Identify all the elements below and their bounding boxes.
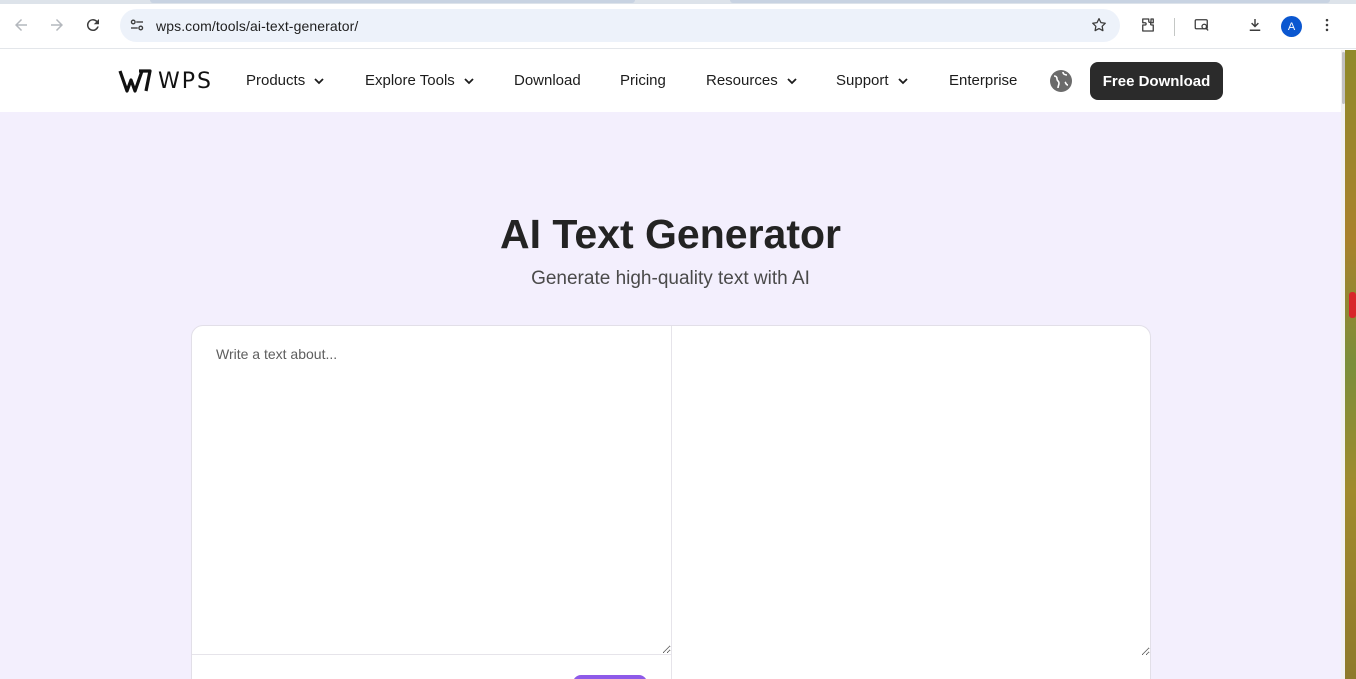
nav-label: Support xyxy=(836,72,889,89)
input-pane xyxy=(192,326,672,654)
nav-pricing[interactable]: Pricing xyxy=(620,72,666,89)
forward-button[interactable] xyxy=(42,10,72,40)
toolbar-divider xyxy=(1174,18,1175,36)
nav-label: Enterprise xyxy=(949,72,1018,89)
downloads-button[interactable] xyxy=(1240,10,1270,40)
input-footer xyxy=(192,654,672,679)
nav-label: Products xyxy=(246,72,306,89)
page-viewport: WPS Products Explore Tools Download Pric… xyxy=(0,50,1341,679)
output-pane xyxy=(672,326,1150,656)
profile-avatar[interactable]: A xyxy=(1281,16,1302,37)
globe-icon[interactable] xyxy=(1049,69,1073,93)
nav-label: Explore Tools xyxy=(365,72,455,89)
nav-enterprise[interactable]: Enterprise xyxy=(949,72,1017,89)
browser-menu-button[interactable] xyxy=(1312,10,1342,40)
chevron-down-icon xyxy=(787,77,797,84)
output-textarea[interactable] xyxy=(672,326,1150,656)
reload-button[interactable] xyxy=(78,10,108,40)
puzzle-icon xyxy=(1142,18,1154,32)
nav-label: Download xyxy=(514,72,581,89)
nav-label: Resources xyxy=(706,72,778,89)
url-text[interactable]: wps.com/tools/ai-text-generator/ xyxy=(156,18,358,34)
more-vertical-icon xyxy=(1325,18,1329,32)
download-icon xyxy=(1249,19,1261,31)
browser-toolbar: wps.com/tools/ai-text-generator/ A xyxy=(0,4,1356,49)
bookmark-star-icon[interactable] xyxy=(1090,16,1108,34)
text-generator-card xyxy=(191,325,1151,679)
chevron-down-icon xyxy=(464,77,474,84)
tab-search-icon xyxy=(1194,19,1209,31)
site-header: WPS Products Explore Tools Download Pric… xyxy=(0,50,1341,112)
tab-search-button[interactable] xyxy=(1187,10,1217,40)
page-title: AI Text Generator xyxy=(500,211,841,257)
arrow-right-icon xyxy=(51,19,63,31)
address-bar[interactable]: wps.com/tools/ai-text-generator/ xyxy=(120,9,1120,42)
nav-download[interactable]: Download xyxy=(514,72,581,89)
browser-tab[interactable] xyxy=(150,0,635,3)
free-download-button[interactable]: Free Download xyxy=(1090,62,1223,100)
arrow-left-icon xyxy=(15,19,27,31)
nav-resources[interactable]: Resources xyxy=(706,72,798,89)
page-subtitle: Generate high-quality text with AI xyxy=(531,268,810,289)
nav-explore-tools[interactable]: Explore Tools xyxy=(365,72,475,89)
chevron-down-icon xyxy=(314,77,324,84)
site-settings-icon[interactable] xyxy=(128,16,146,34)
nav-products[interactable]: Products xyxy=(246,72,325,89)
nav-support[interactable]: Support xyxy=(836,72,909,89)
browser-tab[interactable] xyxy=(730,0,1330,3)
chevron-down-icon xyxy=(897,77,908,84)
back-button[interactable] xyxy=(6,10,36,40)
desktop-background-edge xyxy=(1345,50,1356,679)
extensions-button[interactable] xyxy=(1133,10,1163,40)
reload-icon xyxy=(86,19,99,32)
nav-label: Pricing xyxy=(620,72,666,89)
generate-button[interactable] xyxy=(573,675,647,679)
desktop-background-edge-accent xyxy=(1349,292,1356,318)
prompt-input[interactable] xyxy=(192,326,671,654)
